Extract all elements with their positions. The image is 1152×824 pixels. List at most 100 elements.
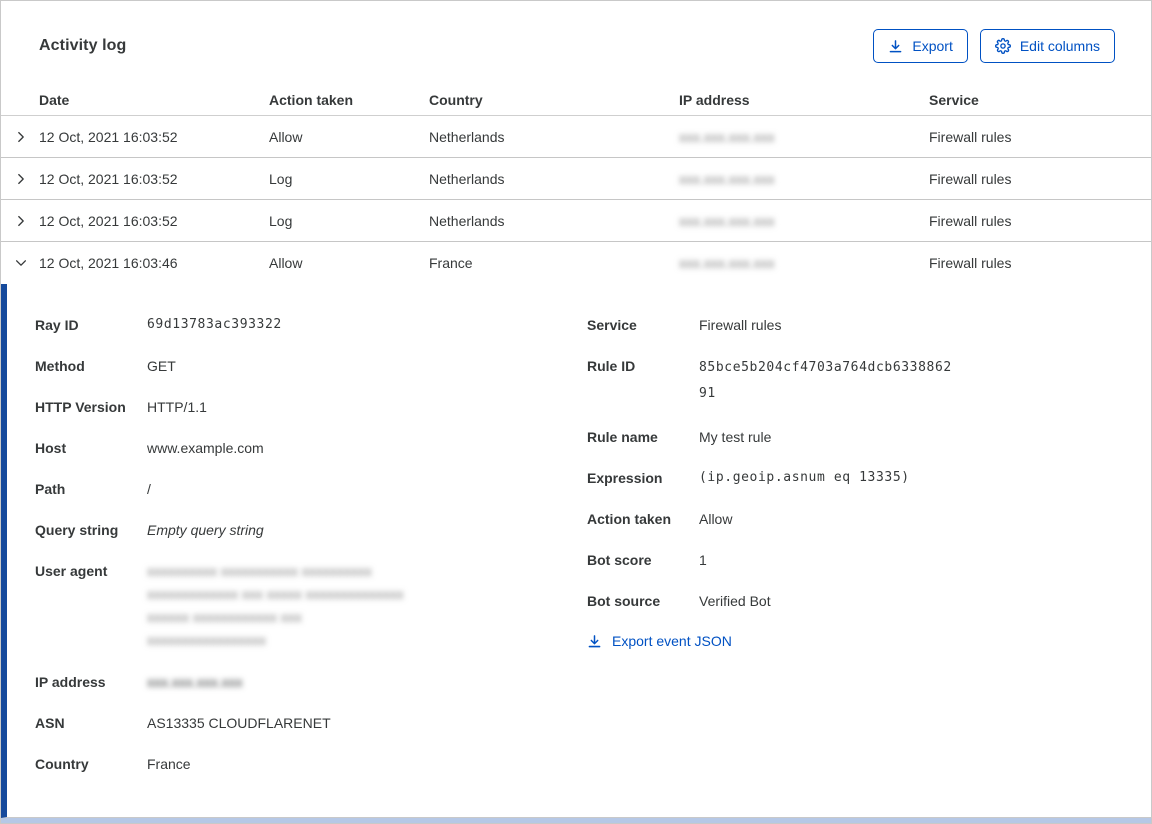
column-header-ip-address: IP address [679, 92, 750, 108]
cell-country: Netherlands [429, 212, 505, 229]
cell-date: 12 Oct, 2021 16:03:46 [39, 255, 178, 271]
field-label: Host [35, 440, 67, 456]
table-row[interactable]: 12 Oct, 2021 16:03:52 Allow Netherlands … [1, 116, 1151, 158]
field-label: User agent [35, 563, 108, 579]
field-label: Ray ID [35, 317, 79, 333]
export-event-json-label: Export event JSON [612, 633, 732, 649]
field-label: Expression [587, 470, 663, 486]
detail-field-service: Service Firewall rules [587, 314, 1151, 336]
cell-service: Firewall rules [929, 212, 1012, 229]
download-icon [888, 39, 903, 54]
panel-header: Activity log Export Edit columns [1, 1, 1151, 63]
export-event-json-link[interactable]: Export event JSON [587, 633, 732, 649]
detail-field-action-taken: Action taken Allow [587, 508, 1151, 530]
field-value: Empty query string [147, 522, 264, 538]
detail-field-ray-id: Ray ID 69d13783ac393322 [35, 314, 587, 336]
detail-field-rule-name: Rule name My test rule [587, 426, 1151, 448]
column-header-service: Service [929, 92, 979, 108]
redacted-text-line: xxxxxxxxxxxxxxxxx [147, 632, 266, 648]
table-row-expanded[interactable]: 12 Oct, 2021 16:03:46 Allow France xxx.x… [1, 242, 1151, 284]
cell-service: Firewall rules [929, 255, 1012, 271]
cell-action-taken: Log [269, 212, 293, 229]
field-value: 69d13783ac393322 [147, 317, 282, 332]
cell-ip-address: xxx.xxx.xxx.xxx [679, 171, 929, 187]
detail-right-column: Service Firewall rules Rule ID 85bce5b20… [587, 314, 1151, 817]
cell-date: 12 Oct, 2021 16:03:52 [39, 170, 178, 187]
cell-ip-address: xxx.xxx.xxx.xxx [679, 255, 929, 271]
cell-date: 12 Oct, 2021 16:03:52 [39, 128, 178, 145]
field-label: Path [35, 481, 66, 497]
field-value: AS13335 CLOUDFLARENET [147, 715, 331, 731]
column-header-action-taken: Action taken [269, 92, 354, 108]
redacted-text-line: xxxxxxxxxx xxxxxxxxxxx xxxxxxxxxx [147, 563, 372, 579]
detail-field-ip-address: IP address xxx.xxx.xxx.xxx [35, 671, 587, 693]
field-label: HTTP Version [35, 399, 126, 415]
column-header-country: Country [429, 92, 483, 108]
cell-ip-address: xxx.xxx.xxx.xxx [679, 213, 929, 229]
cell-country: Netherlands [429, 170, 505, 187]
page-title: Activity log [39, 37, 127, 54]
field-label: Action taken [587, 511, 672, 527]
cell-service: Firewall rules [929, 128, 1012, 145]
field-value: (ip.geoip.asnum eq 13335) [699, 470, 910, 485]
field-label: IP address [35, 674, 106, 690]
field-label: Country [35, 756, 89, 772]
cell-action-taken: Log [269, 170, 293, 187]
field-label: Rule ID [587, 358, 636, 374]
chevron-right-icon[interactable] [1, 214, 39, 228]
detail-field-country: Country France [35, 753, 587, 775]
cell-ip-address: xxx.xxx.xxx.xxx [679, 129, 929, 145]
field-value: Firewall rules [699, 317, 782, 333]
field-label: Bot source [587, 593, 661, 609]
chevron-right-icon[interactable] [1, 130, 39, 144]
cell-date: 12 Oct, 2021 16:03:52 [39, 212, 178, 229]
field-value-redacted: xxx.xxx.xxx.xxx [147, 674, 243, 690]
detail-field-bot-source: Bot source Verified Bot [587, 590, 1151, 612]
detail-field-bot-score: Bot score 1 [587, 549, 1151, 571]
table-header: Date Action taken Country IP address Ser… [1, 85, 1151, 116]
redacted-ip: xxx.xxx.xxx.xxx [679, 255, 775, 271]
redacted-ip: xxx.xxx.xxx.xxx [679, 128, 775, 145]
detail-field-query-string: Query string Empty query string [35, 519, 587, 541]
detail-field-path: Path / [35, 478, 587, 500]
chevron-down-icon[interactable] [1, 256, 39, 270]
table-row[interactable]: 12 Oct, 2021 16:03:52 Log Netherlands xx… [1, 200, 1151, 242]
field-value: Allow [699, 511, 733, 527]
redacted-ip: xxx.xxx.xxx.xxx [679, 170, 775, 187]
export-button[interactable]: Export [873, 29, 968, 63]
activity-log-panel: Activity log Export Edit columns Date Ac… [0, 0, 1152, 824]
cell-service: Firewall rules [929, 170, 1012, 187]
edit-columns-button-label: Edit columns [1019, 38, 1100, 54]
field-label: Bot score [587, 552, 652, 568]
detail-field-rule-id: Rule ID 85bce5b204cf4703a764dcb633886291 [587, 355, 1151, 407]
table-row[interactable]: 12 Oct, 2021 16:03:52 Log Netherlands xx… [1, 158, 1151, 200]
cell-action-taken: Allow [269, 128, 303, 145]
redacted-text-line: xxxxxx xxxxxxxxxxxx xxx [147, 609, 302, 625]
cell-country: France [429, 255, 473, 271]
cell-country: Netherlands [429, 128, 505, 145]
download-icon [587, 634, 602, 649]
field-value: GET [147, 358, 176, 374]
field-value: HTTP/1.1 [147, 399, 207, 415]
field-value: 85bce5b204cf4703a764dcb633886291 [699, 360, 952, 401]
export-button-label: Export [912, 38, 953, 54]
edit-columns-button[interactable]: Edit columns [979, 29, 1115, 63]
field-value: / [147, 481, 151, 497]
field-label: Rule name [587, 429, 658, 445]
redacted-ip: xxx.xxx.xxx.xxx [679, 212, 775, 229]
field-value-redacted: xxxxxxxxxx xxxxxxxxxxx xxxxxxxxxx xxxxxx… [147, 560, 404, 652]
detail-field-host: Host www.example.com [35, 437, 587, 459]
field-value: Verified Bot [699, 593, 771, 609]
chevron-right-icon[interactable] [1, 172, 39, 186]
detail-field-http-version: HTTP Version HTTP/1.1 [35, 396, 587, 418]
event-detail-panel: Ray ID 69d13783ac393322 Method GET HTTP … [1, 284, 1151, 818]
field-value: My test rule [699, 429, 772, 445]
column-header-date: Date [39, 92, 70, 108]
detail-field-expression: Expression (ip.geoip.asnum eq 13335) [587, 467, 1151, 489]
field-value: France [147, 756, 191, 772]
cell-action-taken: Allow [269, 255, 303, 271]
gear-icon [994, 38, 1011, 54]
field-label: Query string [35, 522, 119, 538]
field-label: Method [35, 358, 85, 374]
detail-field-asn: ASN AS13335 CLOUDFLARENET [35, 712, 587, 734]
